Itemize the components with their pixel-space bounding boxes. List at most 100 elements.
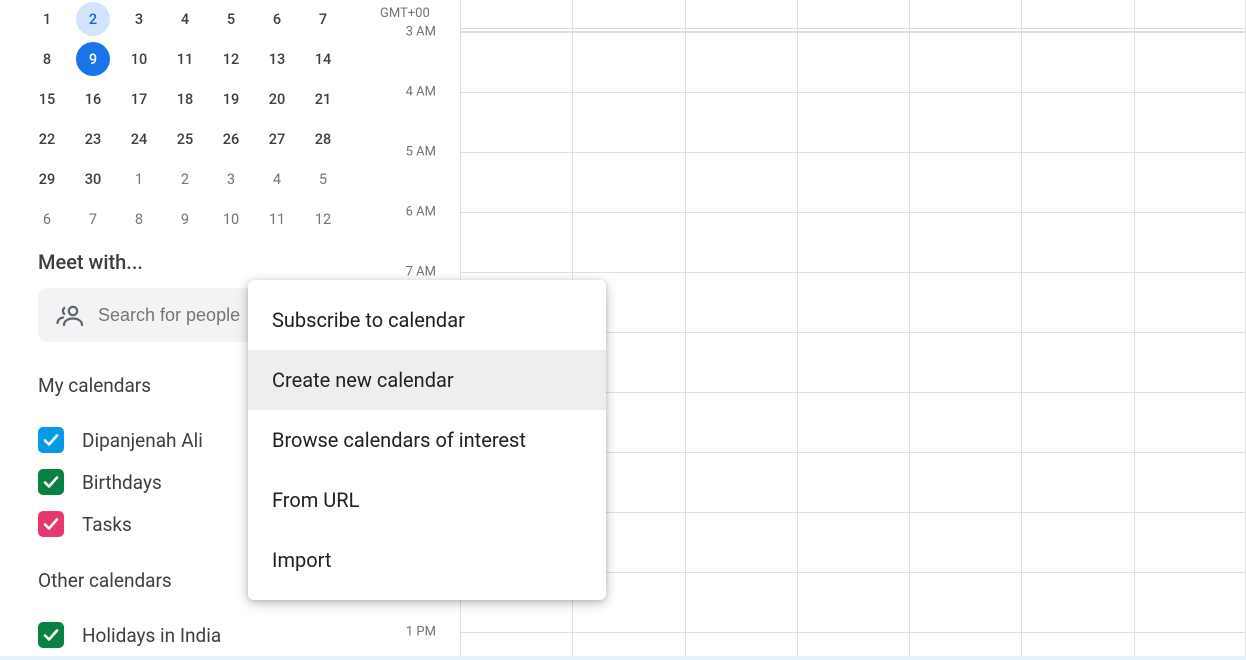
mini-cal-day-number: 18 (168, 82, 202, 116)
mini-cal-day[interactable]: 11 (254, 200, 300, 238)
mini-cal-day[interactable]: 3 (116, 0, 162, 38)
mini-cal-day[interactable]: 10 (208, 200, 254, 238)
mini-cal-day-number: 13 (260, 42, 294, 76)
mini-cal-day[interactable]: 25 (162, 120, 208, 158)
mini-cal-day[interactable]: 5 (208, 0, 254, 38)
mini-cal-day-number: 19 (214, 82, 248, 116)
mini-cal-day-number: 6 (30, 202, 64, 236)
mini-cal-day[interactable]: 4 (254, 160, 300, 198)
mini-cal-day-number: 12 (214, 42, 248, 76)
hour-label: 7 AM (406, 265, 436, 280)
mini-cal-day[interactable]: 5 (300, 160, 346, 198)
menu-item[interactable]: Create new calendar (248, 350, 606, 410)
mini-cal-day-number: 6 (260, 2, 294, 36)
menu-item[interactable]: From URL (248, 470, 606, 530)
menu-item[interactable]: Browse calendars of interest (248, 410, 606, 470)
mini-cal-day[interactable]: 16 (70, 80, 116, 118)
mini-cal-day-number: 12 (306, 202, 340, 236)
mini-cal-day-number: 22 (30, 122, 64, 156)
add-calendar-menu: Subscribe to calendarCreate new calendar… (248, 280, 606, 600)
mini-cal-day-number: 2 (168, 162, 202, 196)
mini-cal-day-number: 17 (122, 82, 156, 116)
mini-cal-day[interactable]: 2 (162, 160, 208, 198)
mini-cal-day[interactable]: 15 (24, 80, 70, 118)
mini-cal-day[interactable]: 11 (162, 40, 208, 78)
mini-cal-day-number: 3 (122, 2, 156, 36)
mini-cal-day[interactable]: 6 (24, 200, 70, 238)
mini-cal-day-number: 3 (214, 162, 248, 196)
mini-cal-day-number: 5 (306, 162, 340, 196)
mini-cal-day[interactable]: 12 (300, 200, 346, 238)
people-icon (56, 304, 84, 326)
mini-cal-day[interactable]: 1 (24, 0, 70, 38)
mini-cal-day-number: 2 (76, 2, 110, 36)
menu-item[interactable]: Import (248, 530, 606, 590)
mini-cal-day[interactable]: 9 (162, 200, 208, 238)
mini-cal-day[interactable]: 8 (116, 200, 162, 238)
mini-cal-day[interactable]: 26 (208, 120, 254, 158)
mini-cal-day[interactable]: 18 (162, 80, 208, 118)
mini-cal-day[interactable]: 8 (24, 40, 70, 78)
mini-cal-day-number: 20 (260, 82, 294, 116)
mini-cal-day-number: 30 (76, 162, 110, 196)
mini-cal-day[interactable]: 6 (254, 0, 300, 38)
mini-cal-day-number: 1 (30, 2, 64, 36)
mini-cal-day-number: 27 (260, 122, 294, 156)
mini-cal-day-number: 7 (306, 2, 340, 36)
mini-cal-day[interactable]: 10 (116, 40, 162, 78)
mini-cal-day-number: 11 (168, 42, 202, 76)
mini-cal-day[interactable]: 13 (254, 40, 300, 78)
calendar-checkbox[interactable] (38, 622, 64, 648)
mini-calendar: 1234567891011121314151617181920212223242… (0, 0, 360, 240)
mini-cal-day[interactable]: 28 (300, 120, 346, 158)
mini-cal-day[interactable]: 14 (300, 40, 346, 78)
mini-cal-day-number: 21 (306, 82, 340, 116)
hour-label: 5 AM (406, 145, 436, 160)
mini-cal-day[interactable]: 17 (116, 80, 162, 118)
mini-cal-day[interactable]: 12 (208, 40, 254, 78)
calendar-checkbox[interactable] (38, 427, 64, 453)
calendar-checkbox[interactable] (38, 511, 64, 537)
mini-cal-day-number: 8 (122, 202, 156, 236)
mini-cal-day-number: 7 (76, 202, 110, 236)
mini-cal-day[interactable]: 1 (116, 160, 162, 198)
mini-cal-day-number: 8 (30, 42, 64, 76)
mini-cal-day[interactable]: 24 (116, 120, 162, 158)
calendar-list-item[interactable]: Holidays in India (38, 614, 360, 656)
mini-cal-day-number: 14 (306, 42, 340, 76)
calendar-checkbox[interactable] (38, 469, 64, 495)
mini-cal-day-number: 28 (306, 122, 340, 156)
mini-cal-day-number: 10 (214, 202, 248, 236)
mini-cal-day[interactable]: 30 (70, 160, 116, 198)
mini-cal-day[interactable]: 7 (300, 0, 346, 38)
mini-cal-day-number: 11 (260, 202, 294, 236)
calendar-item-label: Tasks (82, 513, 132, 536)
window-bottom-edge (0, 656, 1246, 660)
mini-cal-day-number: 5 (214, 2, 248, 36)
mini-cal-day-number: 1 (122, 162, 156, 196)
calendar-item-label: Dipanjenah Ali (82, 429, 203, 452)
mini-cal-day[interactable]: 20 (254, 80, 300, 118)
mini-cal-day-number: 9 (168, 202, 202, 236)
mini-cal-day[interactable]: 2 (70, 0, 116, 38)
calendar-item-label: Holidays in India (82, 624, 221, 647)
mini-cal-day[interactable]: 23 (70, 120, 116, 158)
mini-cal-day[interactable]: 4 (162, 0, 208, 38)
mini-cal-day[interactable]: 7 (70, 200, 116, 238)
mini-cal-day[interactable]: 19 (208, 80, 254, 118)
mini-cal-day-number: 26 (214, 122, 248, 156)
hour-label: 4 AM (406, 85, 436, 100)
mini-cal-day[interactable]: 29 (24, 160, 70, 198)
mini-cal-day-number: 25 (168, 122, 202, 156)
mini-cal-day-number: 29 (30, 162, 64, 196)
mini-cal-day-number: 24 (122, 122, 156, 156)
mini-cal-day[interactable]: 21 (300, 80, 346, 118)
calendar-item-label: Birthdays (82, 471, 162, 494)
menu-item[interactable]: Subscribe to calendar (248, 290, 606, 350)
mini-cal-day[interactable]: 3 (208, 160, 254, 198)
mini-cal-day[interactable]: 9 (70, 40, 116, 78)
mini-cal-day[interactable]: 22 (24, 120, 70, 158)
mini-cal-day-number: 10 (122, 42, 156, 76)
mini-cal-day-number: 4 (168, 2, 202, 36)
mini-cal-day[interactable]: 27 (254, 120, 300, 158)
